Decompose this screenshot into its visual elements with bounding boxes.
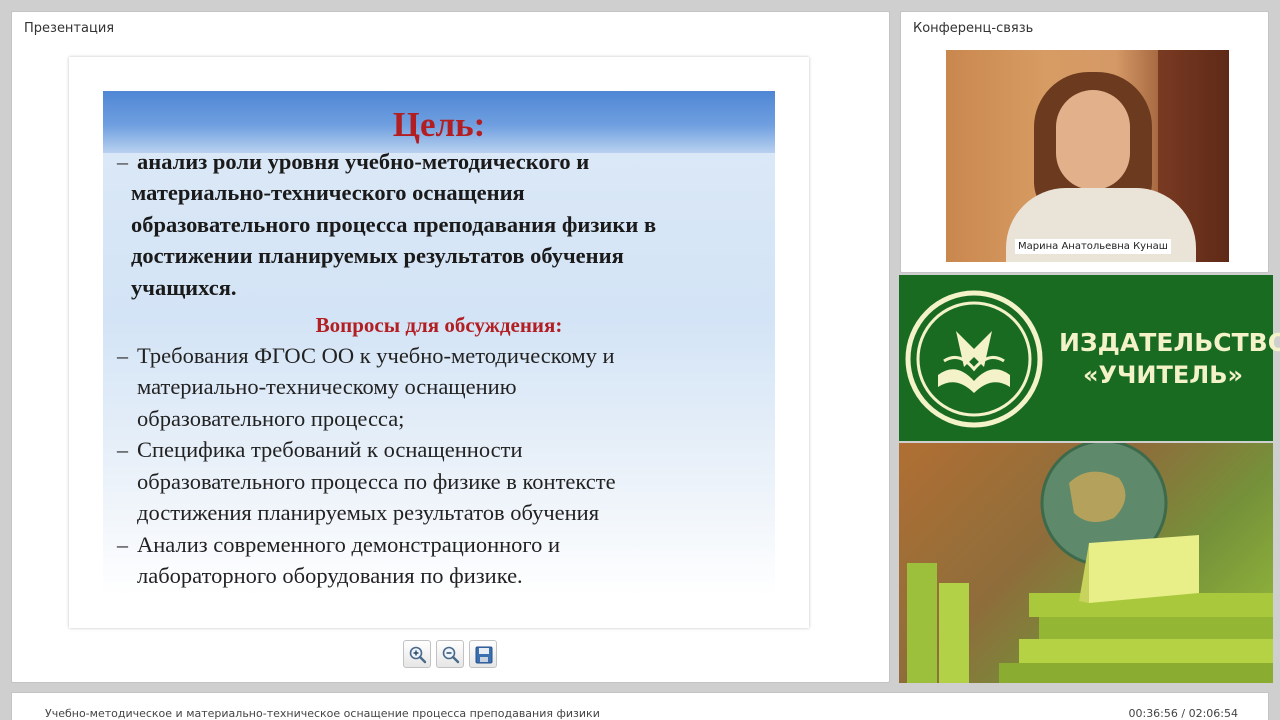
goal-dash: – [117, 149, 128, 174]
presentation-panel-title: Презентация [24, 21, 115, 36]
footer-title: Учебно-методическое и материально-технич… [45, 707, 600, 720]
playback-time: 00:36:56 / 02:06:54 [1128, 707, 1238, 720]
books-globe-image [899, 443, 1273, 683]
question-line: Анализ современного демонстрационного и [137, 532, 560, 557]
goal-line: анализ роли уровня учебно-методического … [137, 149, 590, 174]
question-line: образовательного процесса; [137, 406, 405, 431]
presentation-slide: Цель: – анализ роли уровня учебно-методи… [69, 57, 809, 628]
zoom-in-icon [409, 646, 427, 664]
publisher-emblem-icon [905, 290, 1043, 428]
question-line: достижения планируемых результатов обуче… [137, 500, 600, 525]
slide-content: Цель: – анализ роли уровня учебно-методи… [103, 91, 775, 597]
question-line: Требования ФГОС ОО к учебно-методическом… [137, 343, 615, 368]
goal-line: материально-технического оснащения [131, 180, 525, 205]
goal-line: образовательного процесса преподавания ф… [131, 212, 657, 237]
bottom-status-bar: Учебно-методическое и материально-технич… [11, 692, 1269, 720]
question-dash: – [117, 343, 128, 368]
floppy-disk-icon [475, 646, 493, 664]
question-dash: – [117, 437, 128, 462]
zoom-in-button[interactable] [403, 640, 431, 668]
video-person-face [1056, 90, 1130, 190]
books-illustration [907, 443, 1273, 683]
publisher-logo-banner: ИЗДАТЕЛЬСТВО «УЧИТЕЛЬ» [899, 275, 1280, 441]
publisher-name-line1: ИЗДАТЕЛЬСТВО [1059, 328, 1280, 357]
publisher-name-line2: «УЧИТЕЛЬ» [1083, 361, 1243, 389]
slide-questions-title: Вопросы для обсуждения: [315, 313, 563, 337]
goal-line: достижении планируемых результатов обуче… [131, 243, 624, 268]
save-button[interactable] [469, 640, 497, 668]
goal-line: учащихся. [131, 275, 237, 300]
zoom-out-button[interactable] [436, 640, 464, 668]
question-line: лабораторного оборудования по физике. [137, 563, 523, 588]
publisher-logo-text: ИЗДАТЕЛЬСТВО «УЧИТЕЛЬ» [1059, 327, 1280, 391]
speaker-name-label: Марина Анатольевна Кунаш [1015, 239, 1171, 254]
slide-goal-title: Цель: [392, 105, 486, 144]
speaker-video: Марина Анатольевна Кунаш [946, 50, 1229, 262]
presentation-panel: Презентация Цель: – анализ роли уровня у… [11, 11, 890, 683]
conference-panel-title: Конференц-связь [913, 21, 1034, 36]
question-dash: – [117, 532, 128, 557]
question-line: Специфика требований к оснащенности [137, 437, 523, 462]
zoom-out-icon [442, 646, 460, 664]
question-line: образовательного процесса по физике в ко… [137, 469, 616, 494]
question-line: материально-техническому оснащению [137, 374, 517, 399]
conference-panel: Конференц-связь Марина Анатольевна Кунаш [900, 11, 1269, 273]
